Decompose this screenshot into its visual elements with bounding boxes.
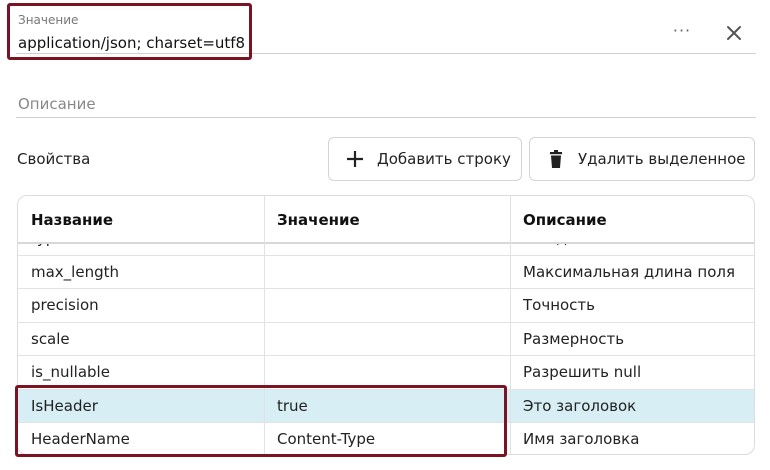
table-row[interactable]: max_length Максимальная длина поля — [18, 256, 754, 289]
table-row-selected[interactable]: IsHeader true Это заголовок — [18, 389, 754, 423]
column-header-name[interactable]: Название — [18, 196, 264, 244]
table-row[interactable]: scale Размерность — [18, 323, 754, 356]
plus-icon — [347, 151, 363, 167]
cell-value[interactable] — [264, 256, 510, 289]
cell-name[interactable]: max_length — [18, 256, 264, 289]
properties-label: Свойства — [17, 150, 91, 168]
table-row[interactable]: HeaderName Content-Type Имя заголовка — [18, 423, 754, 454]
cell-name[interactable]: precision — [18, 289, 264, 322]
cell-description[interactable]: Тип данных — [510, 244, 754, 255]
cell-description[interactable]: Точность — [510, 289, 754, 322]
trash-icon — [550, 150, 562, 168]
cell-description[interactable]: Это заголовок — [510, 390, 754, 423]
close-icon[interactable] — [722, 21, 746, 45]
column-header-value[interactable]: Значение — [264, 196, 510, 244]
table-row[interactable]: precision Точность — [18, 289, 754, 323]
cell-name[interactable]: scale — [18, 323, 264, 356]
cell-value[interactable] — [264, 244, 510, 255]
description-field-label: Описание — [18, 95, 96, 113]
table-row[interactable]: type Тип данных — [18, 244, 754, 256]
cell-description[interactable]: Разрешить null — [510, 356, 754, 389]
table-header: Название Значение Описание — [18, 196, 754, 244]
description-field[interactable]: Описание — [16, 92, 756, 118]
table-body[interactable]: type Тип данных max_length Максимальная … — [18, 244, 754, 454]
cell-value[interactable] — [264, 356, 510, 389]
table-row[interactable]: is_nullable Разрешить null — [18, 356, 754, 390]
properties-table: Название Значение Описание type Тип данн… — [17, 195, 755, 455]
cell-name[interactable]: IsHeader — [18, 390, 264, 423]
column-divider[interactable] — [264, 196, 265, 454]
add-row-button-label: Добавить строку — [377, 150, 511, 168]
cell-name[interactable]: type — [18, 244, 264, 255]
add-row-button[interactable]: Добавить строку — [328, 137, 522, 181]
cell-name[interactable]: is_nullable — [18, 356, 264, 389]
value-field[interactable]: Значение application/json; charset=utf8 — [16, 10, 756, 54]
column-divider[interactable] — [510, 196, 511, 454]
value-field-input[interactable]: application/json; charset=utf8 — [18, 34, 245, 52]
cell-value[interactable] — [264, 323, 510, 356]
more-horizontal-icon[interactable]: ··· — [668, 22, 696, 42]
value-field-label: Значение — [18, 13, 79, 27]
cell-description[interactable]: Имя заголовка — [510, 423, 754, 454]
delete-selected-button-label: Удалить выделенное — [578, 150, 746, 168]
cell-description[interactable]: Размерность — [510, 323, 754, 356]
cell-value[interactable]: Content-Type — [264, 423, 510, 454]
cell-value[interactable] — [264, 289, 510, 322]
column-header-description[interactable]: Описание — [510, 196, 754, 244]
cell-value[interactable]: true — [264, 390, 510, 423]
cell-description[interactable]: Максимальная длина поля — [510, 256, 754, 289]
delete-selected-button[interactable]: Удалить выделенное — [529, 137, 755, 181]
cell-name[interactable]: HeaderName — [18, 423, 264, 454]
